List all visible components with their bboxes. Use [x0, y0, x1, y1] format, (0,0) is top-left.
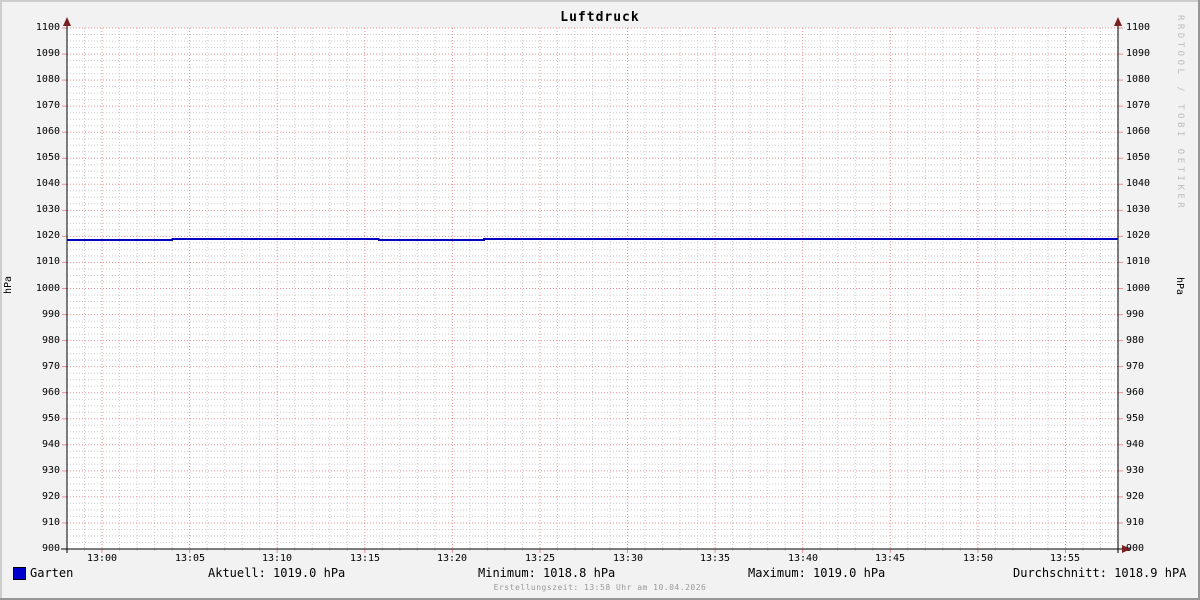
y-axis-tick-label-right: 1090	[1126, 48, 1151, 59]
y-axis-tick-label-right: 950	[1126, 413, 1145, 424]
y-axis-tick-label-right: 900	[1126, 543, 1145, 554]
y-axis-tick-label-left: 1070	[35, 100, 60, 111]
legend-stat-maximum: Maximum: 1019.0 hPa	[748, 566, 886, 580]
legend-swatch	[13, 567, 26, 580]
x-axis-tick-label: 13:35	[699, 553, 731, 564]
y-axis-tick-label-left: 1090	[35, 48, 60, 59]
y-axis-tick-label-left: 900	[41, 543, 60, 554]
legend-stat-minimum: Minimum: 1018.8 hPa	[478, 566, 616, 580]
y-axis-tick-label-right: 1050	[1126, 152, 1151, 163]
x-axis-tick-label: 13:20	[436, 553, 468, 564]
y-axis-tick-label-right: 980	[1126, 335, 1145, 346]
x-axis-tick-label: 13:50	[962, 553, 994, 564]
y-axis-tick-label-left: 940	[41, 439, 60, 450]
x-axis-tick-label: 13:55	[1049, 553, 1081, 564]
x-axis-tick-label: 13:45	[874, 553, 906, 564]
y-axis-tick-label-right: 1030	[1126, 204, 1151, 215]
chart-title: Luftdruck	[560, 10, 640, 25]
x-axis-tick-label: 13:05	[174, 553, 206, 564]
y-axis-tick-label-right: 990	[1126, 309, 1145, 320]
x-axis-tick-label: 13:25	[524, 553, 556, 564]
y-axis-tick-label-left: 1060	[35, 126, 60, 137]
x-axis-tick-label: 13:15	[349, 553, 381, 564]
chart-plot-svg	[61, 17, 1131, 553]
footer-creation-time: Erstellungszeit: 13:58 Uhr am 10.04.2026	[493, 583, 707, 592]
y-axis-tick-label-left: 950	[41, 413, 60, 424]
y-axis-tick-label-left: 1100	[35, 22, 60, 33]
frame-border-top	[0, 0, 1200, 2]
y-axis-tick-label-left: 1050	[35, 152, 60, 163]
y-axis-tick-label-right: 1000	[1126, 283, 1151, 294]
y-axis-tick-label-right: 1040	[1126, 178, 1151, 189]
y-axis-tick-label-left: 960	[41, 387, 60, 398]
legend-stat-aktuell: Aktuell: 1019.0 hPa	[208, 566, 346, 580]
y-axis-tick-label-right: 910	[1126, 517, 1145, 528]
legend-series-name: Garten	[30, 566, 74, 580]
y-axis-tick-label-right: 960	[1126, 387, 1145, 398]
y-axis-tick-label-left: 990	[41, 309, 60, 320]
y-axis-tick-label-left: 1080	[35, 74, 60, 85]
x-axis-tick-label: 13:40	[787, 553, 819, 564]
y-axis-tick-label-right: 1060	[1126, 126, 1151, 137]
y-axis-tick-label-left: 1030	[35, 204, 60, 215]
y-axis-tick-label-left: 930	[41, 465, 60, 476]
y-axis-tick-label-left: 1000	[35, 283, 60, 294]
y-axis-tick-label-right: 1070	[1126, 100, 1151, 111]
frame-border-left	[0, 0, 2, 600]
y-axis-tick-label-left: 1010	[35, 256, 60, 267]
y-axis-tick-label-right: 930	[1126, 465, 1145, 476]
y-axis-tick-label-right: 970	[1126, 361, 1145, 372]
y-axis-tick-label-right: 1080	[1126, 74, 1151, 85]
y-axis-tick-label-left: 1020	[35, 230, 60, 241]
legend-stat-durchschnitt: Durchschnitt: 1018.9 hPA	[1013, 566, 1187, 580]
x-axis-tick-label: 13:00	[86, 553, 118, 564]
y-axis-tick-label-left: 1040	[35, 178, 60, 189]
x-axis-tick-label: 13:10	[261, 553, 293, 564]
y-axis-tick-label-right: 940	[1126, 439, 1145, 450]
y-axis-tick-label-left: 980	[41, 335, 60, 346]
y-axis-tick-label-right: 1100	[1126, 22, 1151, 33]
y-axis-tick-label-right: 1020	[1126, 230, 1151, 241]
x-axis-tick-label: 13:30	[612, 553, 644, 564]
y-axis-tick-label-right: 920	[1126, 491, 1145, 502]
y-axis-tick-label-right: 1010	[1126, 256, 1151, 267]
y-axis-tick-label-left: 920	[41, 491, 60, 502]
y-axis-tick-label-left: 970	[41, 361, 60, 372]
rrdtool-graph-canvas: Luftdruck hPa hPa RRDTOOL / TOBI OETIKER…	[0, 0, 1200, 600]
y-axis-tick-label-left: 910	[41, 517, 60, 528]
